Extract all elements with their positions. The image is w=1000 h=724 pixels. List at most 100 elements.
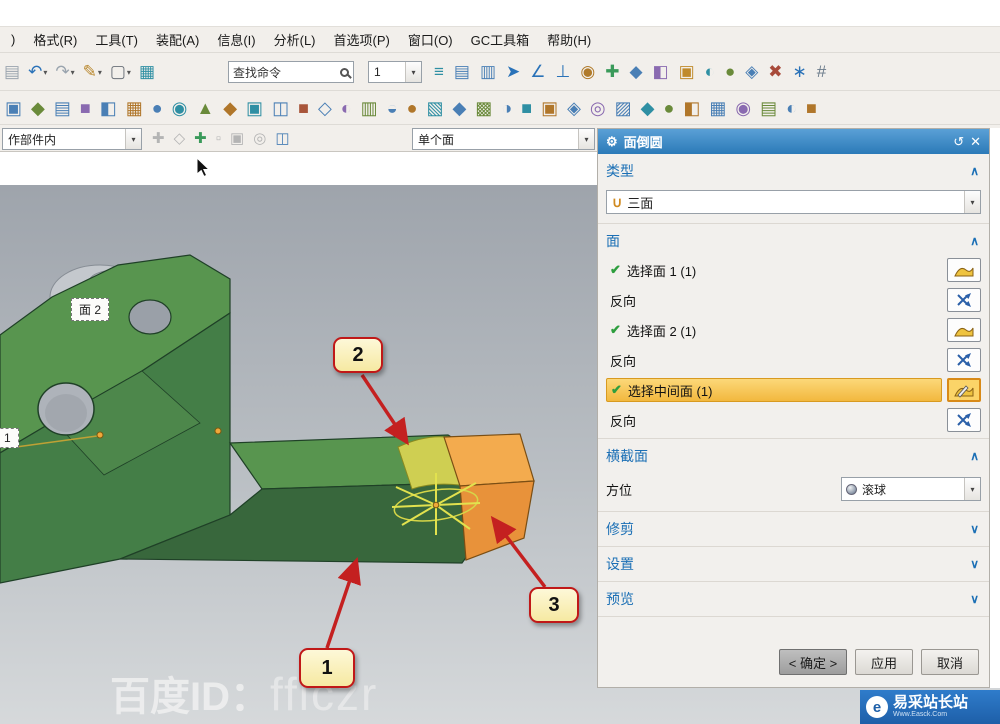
- caret-down-icon[interactable]: ▾: [127, 69, 131, 80]
- reverse-direction-button[interactable]: [947, 288, 981, 312]
- display-style-button[interactable]: ▢▾: [110, 63, 131, 80]
- caret-down-icon[interactable]: ▾: [71, 69, 75, 80]
- toolbar-icon[interactable]: ■: [521, 99, 532, 117]
- point-handle[interactable]: [215, 428, 221, 434]
- menu-item[interactable]: 分析(L): [265, 30, 325, 49]
- reverse-direction-button[interactable]: [947, 348, 981, 372]
- chevron-down-icon[interactable]: ∨: [970, 557, 979, 571]
- toolbar-icon[interactable]: ■: [806, 99, 817, 117]
- chevron-down-icon[interactable]: ∨: [970, 522, 979, 536]
- toolbar-icon[interactable]: ◈: [745, 63, 758, 80]
- caret-down-icon[interactable]: ▾: [964, 191, 980, 213]
- toolbar-icon[interactable]: ◐: [786, 99, 797, 117]
- toolbar-icon[interactable]: ✚: [152, 131, 165, 146]
- caret-down-icon[interactable]: ▾: [578, 129, 594, 149]
- caret-down-icon[interactable]: ▾: [43, 69, 47, 80]
- toolbar-icon[interactable]: ∠: [530, 63, 545, 80]
- toolbar-icon[interactable]: ▦: [126, 99, 143, 117]
- reverse-2-row[interactable]: 反向: [598, 345, 989, 375]
- toolbar-icon[interactable]: ◆: [629, 63, 642, 80]
- toolbar-icon[interactable]: ◐: [705, 63, 715, 80]
- ok-button[interactable]: < 确定 >: [779, 649, 847, 675]
- toolbar-icon[interactable]: ≡: [434, 63, 444, 80]
- menu-item[interactable]: 窗口(O): [399, 30, 462, 49]
- toolbar-icon[interactable]: ◧: [653, 63, 669, 80]
- reverse-3-row[interactable]: 反向: [598, 405, 989, 435]
- command-search-input[interactable]: [233, 65, 340, 79]
- point-handle[interactable]: [97, 432, 103, 438]
- toolbar-icon[interactable]: ●: [152, 99, 163, 117]
- menu-item[interactable]: 工具(T): [86, 30, 147, 49]
- undo-button[interactable]: ↶▾: [28, 63, 47, 80]
- section-settings[interactable]: 设置 ∨: [598, 547, 989, 578]
- selection-filter-combo[interactable]: 单个面 ▾: [412, 128, 595, 150]
- toolbar-icon[interactable]: ▫: [216, 131, 221, 146]
- dialog-header[interactable]: ⚙ 面倒圆 ↺ ✕: [598, 129, 989, 154]
- menu-item[interactable]: GC工具箱: [462, 30, 539, 49]
- section-face[interactable]: 面 ∧: [598, 224, 989, 255]
- bore-hole-top[interactable]: [129, 300, 171, 334]
- toolbar-icon[interactable]: ◉: [735, 99, 751, 117]
- toolbar-icon[interactable]: ➤: [506, 63, 520, 80]
- chevron-up-icon[interactable]: ∧: [970, 449, 979, 463]
- toolbar-icon[interactable]: ∗: [793, 63, 807, 80]
- dialog-reset-icon[interactable]: ↺: [953, 134, 964, 150]
- toolbar-icon[interactable]: ◎: [590, 99, 606, 117]
- toolbar-icon[interactable]: ▣: [246, 99, 263, 117]
- toolbar-icon[interactable]: ▩: [475, 99, 492, 117]
- menu-item[interactable]: 装配(A): [147, 30, 208, 49]
- toolbar-icon[interactable]: ◒: [387, 99, 398, 117]
- chevron-up-icon[interactable]: ∧: [970, 164, 979, 178]
- toolbar-icon[interactable]: ◐: [341, 99, 352, 117]
- toolbar-icon[interactable]: ✚: [605, 63, 619, 80]
- select-face-2-row[interactable]: ✔ 选择面 2 (1): [598, 315, 989, 345]
- toolbar-icon[interactable]: #: [817, 63, 826, 80]
- toolbar-icon[interactable]: ◧: [100, 99, 117, 117]
- menu-item[interactable]: ): [2, 32, 24, 47]
- model-3d[interactable]: [0, 185, 597, 724]
- reverse-1-row[interactable]: 反向: [598, 285, 989, 315]
- section-type[interactable]: 类型 ∧: [598, 154, 989, 185]
- toolbar-icon[interactable]: ◆: [31, 99, 45, 117]
- cancel-button[interactable]: 取消: [921, 649, 979, 675]
- toolbar-icon[interactable]: ◑: [501, 99, 512, 117]
- toolbar-icon[interactable]: ▣: [230, 131, 244, 146]
- toolbar-icon[interactable]: ■: [80, 99, 91, 117]
- toolbar-icon[interactable]: ◉: [580, 63, 595, 80]
- redo-button[interactable]: ↷▾: [55, 63, 74, 80]
- toolbar-icon[interactable]: ◉: [172, 99, 188, 117]
- toolbar-icon[interactable]: ●: [407, 99, 418, 117]
- toolbar-icon[interactable]: ▣: [5, 99, 22, 117]
- select-middle-face-row[interactable]: ✔ 选择中间面 (1): [598, 375, 989, 405]
- menu-item[interactable]: 格式(R): [24, 30, 86, 49]
- toolbar-icon[interactable]: ▥: [480, 63, 496, 80]
- menu-item[interactable]: 信息(I): [208, 30, 264, 49]
- menu-item[interactable]: 帮助(H): [538, 30, 600, 49]
- chevron-up-icon[interactable]: ∧: [970, 234, 979, 248]
- toolbar-icon[interactable]: ▨: [615, 99, 632, 117]
- face-select-button[interactable]: [947, 258, 981, 282]
- chevron-down-icon[interactable]: ∨: [970, 592, 979, 606]
- toolbar-icon[interactable]: ■: [298, 99, 309, 117]
- toolbar-icon[interactable]: ▤: [760, 99, 777, 117]
- section-cross-section[interactable]: 横截面 ∧: [598, 439, 989, 470]
- toolbar-icon[interactable]: ◎: [253, 131, 266, 146]
- orientation-combo[interactable]: 滚球 ▾: [841, 477, 981, 501]
- caret-down-icon[interactable]: ▾: [405, 62, 421, 82]
- caret-down-icon[interactable]: ▾: [98, 69, 102, 80]
- paste-button[interactable]: ▤: [4, 63, 20, 80]
- face-select-button[interactable]: [947, 318, 981, 342]
- section-preview[interactable]: 预览 ∨: [598, 582, 989, 613]
- reverse-direction-button[interactable]: [947, 408, 981, 432]
- close-icon[interactable]: ✕: [970, 134, 981, 150]
- toolbar-icon[interactable]: ◈: [567, 99, 581, 117]
- window-button[interactable]: ▦: [139, 63, 155, 80]
- toolbar-icon[interactable]: ●: [725, 63, 735, 80]
- toolbar-icon[interactable]: ◫: [275, 131, 289, 146]
- toolbar-icon[interactable]: ◇: [174, 131, 186, 146]
- toolbar-icon[interactable]: ✚: [194, 131, 207, 146]
- type-combo[interactable]: ∪ 三面 ▾: [606, 190, 981, 214]
- toolbar-icon[interactable]: ⊥: [556, 63, 571, 80]
- menu-item[interactable]: 首选项(P): [325, 30, 399, 49]
- apply-button[interactable]: 应用: [855, 649, 913, 675]
